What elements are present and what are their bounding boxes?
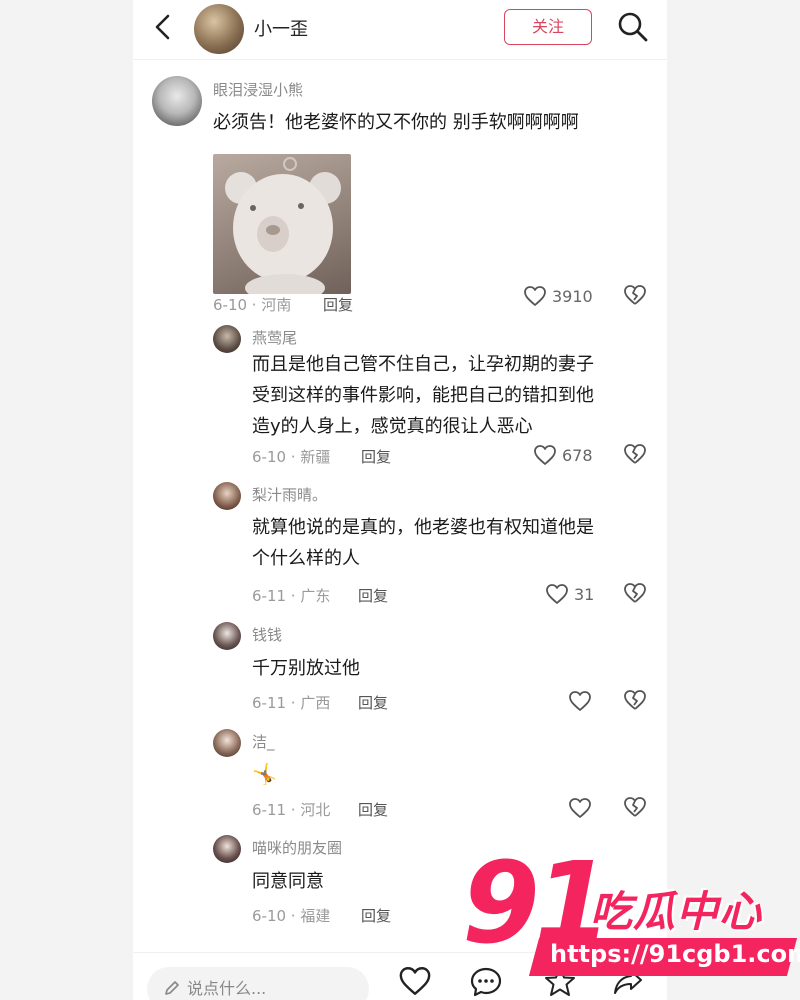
author-name[interactable]: 小一歪 [254,15,308,41]
reply-button[interactable]: 回复 [358,799,388,820]
comment-meta: 6-11 · 河北 [252,801,331,819]
comment-text: 同意同意 [252,871,324,892]
dislike-button[interactable] [623,689,647,713]
watermark-title: 吃瓜中心 [590,887,763,936]
comment-text-line: 受到这样的事件影响，能把自己的错扣到他 [252,385,594,406]
avatar[interactable] [213,325,241,353]
heart-icon [545,583,569,605]
comment-username[interactable]: 洁_ [252,731,275,752]
like-count: 3910 [552,286,593,306]
broken-heart-icon [623,689,647,711]
top-bar: 小一歪 关注 [133,0,667,60]
avatar[interactable] [213,622,241,650]
pencil-icon [163,979,181,1000]
like-count: 31 [574,584,595,604]
avatar[interactable] [213,835,241,863]
follow-button[interactable]: 关注 [504,9,592,45]
comment-username[interactable]: 燕莺尾 [252,327,297,348]
reply-button[interactable]: 回复 [323,294,353,315]
avatar[interactable] [213,482,241,510]
comment-meta: 6-10 · 河南 [213,296,292,314]
comment-username[interactable]: 钱钱 [252,624,282,645]
back-icon[interactable] [151,12,175,42]
like-button[interactable]: 678 [533,443,593,467]
like-button[interactable] [568,689,592,713]
comment-meta: 6-11 · 广西 [252,694,331,712]
comment-text: 必须告！他老婆怀的又不你的 别手软啊啊啊啊 [213,112,579,133]
broken-heart-icon [623,284,647,306]
author-avatar[interactable] [194,4,244,54]
heart-icon [533,444,557,466]
comment-username[interactable]: 喵咪的朋友圈 [252,837,342,858]
comment-meta: 6-10 · 福建 [252,907,331,925]
dislike-button[interactable] [623,443,647,467]
avatar[interactable] [213,729,241,757]
comment-text: 就算他说的是真的，他老婆也有权知道他是 个什么样的人 [252,512,594,574]
reply-button[interactable]: 回复 [361,905,391,926]
reply-button[interactable]: 回复 [358,585,388,606]
avatar[interactable] [152,76,202,126]
dislike-button[interactable] [623,284,647,308]
like-button[interactable]: 31 [545,582,594,606]
heart-icon [568,797,592,819]
heart-icon [523,285,547,307]
like-count: 678 [562,445,593,465]
like-button[interactable] [568,796,592,820]
reply-button[interactable]: 回复 [358,692,388,713]
comment-text: 而且是他自己管不住自己，让孕初期的妻子 受到这样的事件影响，能把自己的错扣到他 … [252,349,594,442]
search-icon[interactable] [617,11,649,43]
comment-meta: 6-10 · 新疆 [252,448,331,466]
comment-text: 千万别放过他 [252,658,360,679]
comment-text-line: 而且是他自己管不住自己，让孕初期的妻子 [252,354,594,375]
watermark-url: https://91cgb1.com [550,940,800,968]
like-post-icon[interactable] [398,965,432,999]
comment-sticker-image[interactable] [213,154,351,294]
comment-text-line: 个什么样的人 [252,548,360,569]
comment-username[interactable]: 眼泪浸湿小熊 [213,79,303,100]
like-button[interactable]: 3910 [523,284,593,308]
broken-heart-icon [623,796,647,818]
comment-meta: 6-11 · 广东 [252,587,331,605]
comment-text-line: 造y的人身上，感觉真的很让人恶心 [252,416,533,437]
comment-emoji: 🤸 [252,762,277,786]
broken-heart-icon [623,443,647,465]
reply-button[interactable]: 回复 [361,446,391,467]
dislike-button[interactable] [623,582,647,606]
broken-heart-icon [623,582,647,604]
comment-text-line: 就算他说的是真的，他老婆也有权知道他是 [252,517,594,538]
dislike-button[interactable] [623,796,647,820]
watermark-logo: 91 吃瓜中心 https://91cgb1.com [462,848,800,980]
heart-icon [568,690,592,712]
comment-username[interactable]: 梨汁雨晴。 [252,484,327,505]
